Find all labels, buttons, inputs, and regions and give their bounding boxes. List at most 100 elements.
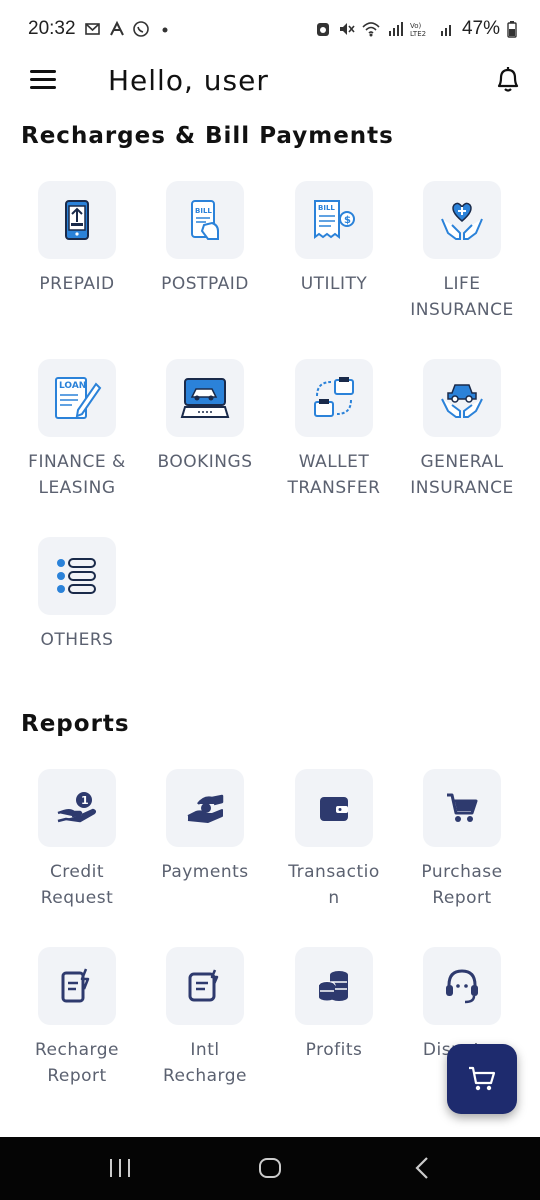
tile-wallet-transfer[interactable]: WALLET TRANSFER (270, 359, 398, 501)
loan-icon: LOAN (55, 377, 102, 419)
wifi-icon (362, 22, 380, 37)
signal-icon (388, 22, 403, 36)
tile-icon-box (295, 769, 373, 847)
system-nav-bar (0, 1137, 540, 1200)
battery-icon (507, 21, 517, 38)
tile-icon-box: LOAN (38, 359, 116, 437)
tile-icon-box (423, 947, 501, 1025)
svg-text:1: 1 (81, 794, 89, 807)
status-left-icons (84, 20, 174, 38)
tile-label: LIFE INSURANCE (410, 274, 514, 320)
tile-transaction[interactable]: Transactio n (270, 769, 398, 911)
tile-icon-box: BILL (166, 181, 244, 259)
tile-label: FINANCE & LEASING (28, 452, 126, 498)
dot-icon (162, 27, 168, 33)
tile-finance-leasing[interactable]: LOAN FINANCE & LEASING (13, 359, 141, 501)
svg-text:BILL: BILL (195, 207, 212, 215)
tile-icon-box (38, 537, 116, 615)
tile-intl-recharge[interactable]: Intl Recharge (141, 947, 269, 1089)
tile-icon-box (166, 359, 244, 437)
recent-apps-icon[interactable] (108, 1155, 132, 1181)
tile-utility[interactable]: BILL $ UTILITY (270, 181, 398, 297)
coins-icon (318, 971, 348, 1001)
tile-icon-box: BILL $ (295, 181, 373, 259)
tile-bookings[interactable]: BOOKINGS (141, 359, 269, 475)
tile-label: UTILITY (300, 274, 368, 294)
tile-others[interactable]: OTHERS (13, 537, 141, 653)
greeting-title: Hello, user (108, 64, 269, 97)
tile-payments[interactable]: Payments (141, 769, 269, 885)
cart-icon (447, 793, 478, 822)
tile-life-insurance[interactable]: LIFE INSURANCE (398, 181, 526, 323)
alarm-icon (316, 23, 329, 36)
svg-text:$: $ (344, 215, 351, 226)
tile-icon-box (38, 947, 116, 1025)
credit-request-icon: 1 (57, 792, 97, 823)
tile-icon-box (295, 359, 373, 437)
tile-icon-box (423, 359, 501, 437)
tile-label: WALLET TRANSFER (287, 452, 381, 498)
home-icon[interactable] (258, 1155, 282, 1181)
app-header: Hello, user (0, 58, 540, 106)
tile-label: POSTPAID (161, 274, 249, 294)
tile-label: Recharge Report (35, 1040, 119, 1086)
intl-recharge-icon (188, 969, 219, 1002)
svg-text:LOAN: LOAN (59, 381, 86, 391)
a-icon (110, 20, 124, 36)
tile-general-insurance[interactable]: GENERAL INSURANCE (398, 359, 526, 501)
svg-text:BILL: BILL (318, 204, 335, 212)
tile-icon-box (38, 181, 116, 259)
cart-icon (469, 1066, 496, 1091)
hamburger-menu-icon[interactable] (30, 70, 56, 90)
tile-icon-box (295, 947, 373, 1025)
tile-label: Profits (305, 1040, 363, 1060)
prepaid-icon (65, 200, 89, 240)
back-icon[interactable] (412, 1155, 432, 1181)
mail-icon (85, 23, 100, 35)
postpaid-bill-icon: BILL (191, 200, 219, 240)
tile-postpaid[interactable]: BILL POSTPAID (141, 181, 269, 297)
tile-icon-box (423, 181, 501, 259)
reports-section-title: Reports (21, 711, 130, 737)
tile-label: BOOKINGS (157, 452, 253, 472)
tile-credit-request[interactable]: 1 Credit Request (13, 769, 141, 911)
tile-label: Credit Request (40, 862, 114, 908)
headset-icon (446, 969, 478, 1004)
status-right-icons: Vo) LTE2 47% (314, 18, 518, 40)
signal2-icon (440, 25, 451, 36)
tile-purchase-report[interactable]: Purchase Report (398, 769, 526, 911)
tile-label: Intl Recharge (163, 1040, 247, 1086)
battery-percent: 47% (461, 18, 500, 39)
status-bar: 20:32 Vo) LTE2 47% (0, 0, 540, 58)
tile-icon-box (423, 769, 501, 847)
volte-icon: Vo)LTE2 (410, 22, 426, 38)
tile-label: Payments (161, 862, 249, 882)
tile-label: PREPAID (39, 274, 115, 294)
tile-profits[interactable]: Profits (270, 947, 398, 1063)
tile-prepaid[interactable]: PREPAID (13, 181, 141, 297)
tile-label: GENERAL INSURANCE (410, 452, 514, 498)
svg-text:LTE2: LTE2 (410, 30, 426, 38)
tile-label: Transactio n (288, 862, 380, 908)
tile-icon-box (166, 769, 244, 847)
general-insurance-icon (441, 384, 483, 418)
tile-label: Purchase Report (421, 862, 503, 908)
mute-icon (339, 23, 355, 35)
status-time: 20:32 (28, 18, 76, 39)
life-insurance-icon (441, 202, 483, 240)
notification-bell-icon[interactable] (494, 64, 522, 94)
svg-text:Vo): Vo) (410, 22, 422, 30)
others-list-icon (57, 558, 96, 594)
whatsapp-icon (133, 21, 149, 37)
floating-cart-button[interactable] (447, 1044, 517, 1114)
utility-bill-icon: BILL $ (314, 200, 355, 239)
payments-icon (187, 794, 224, 823)
tile-label: OTHERS (40, 630, 114, 650)
recharge-report-icon (61, 968, 90, 1003)
tile-icon-box (166, 947, 244, 1025)
bookings-icon (180, 378, 230, 418)
tile-recharge-report[interactable]: Recharge Report (13, 947, 141, 1089)
recharges-section-title: Recharges & Bill Payments (21, 123, 394, 149)
wallet-icon (320, 797, 348, 821)
tile-icon-box: 1 (38, 769, 116, 847)
